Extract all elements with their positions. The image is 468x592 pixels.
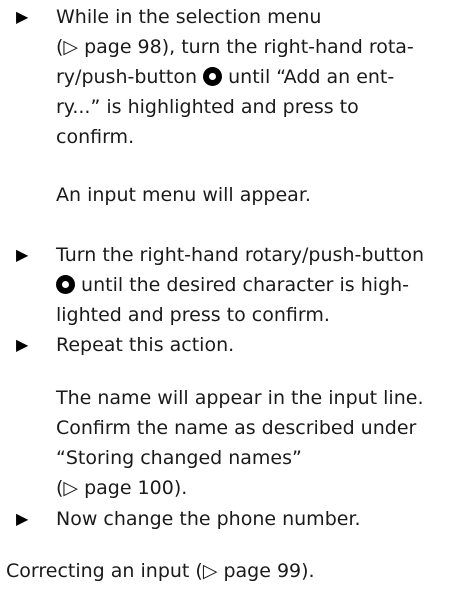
step-4-line-1: Now change the phone number.	[56, 508, 361, 530]
step-1-line-1: While in the selection menu	[56, 6, 322, 28]
instruction-step-1: ▶ While in the selection menu (▷ page 98…	[0, 2, 468, 152]
step-2-text: Turn the right-hand rotary/push-button u…	[56, 240, 461, 330]
step-3-result-line-3: “Storing changed names”	[56, 447, 302, 469]
instruction-step-2: ▶ Turn the right-hand rotary/push-button…	[0, 240, 468, 330]
step-3-result-line-4: (▷ page 100).	[56, 477, 188, 499]
instruction-step-4: ▶ Now change the phone number.	[0, 504, 468, 534]
step-3-result: The name will appear in the input line. …	[56, 383, 461, 503]
step-2-line-3: lighted and press to confirm.	[56, 304, 330, 326]
step-1-line-2: (▷ page 98), turn the right-hand rota-	[56, 36, 414, 58]
instruction-step-3: ▶ Repeat this action.	[0, 330, 468, 360]
instruction-page: ▶ While in the selection menu (▷ page 98…	[0, 0, 468, 592]
bullet-arrow-icon: ▶	[16, 7, 29, 26]
step-1-text: While in the selection menu (▷ page 98),…	[56, 2, 461, 152]
step-1-line-3: ry/push-button until “Add an ent-	[56, 62, 461, 92]
correcting-input-note: Correcting an input (▷ page 99).	[6, 560, 315, 582]
step-2-line-1: Turn the right-hand rotary/push-button	[56, 244, 425, 266]
step-2-line-2: until the desired character is high-	[56, 270, 461, 300]
rotary-push-button-icon	[203, 67, 223, 86]
step-1-line-5: confirm.	[56, 126, 135, 148]
step-4-text: Now change the phone number.	[56, 504, 461, 534]
step-1-result: An input menu will appear.	[56, 184, 311, 206]
bullet-arrow-icon: ▶	[16, 509, 29, 528]
bullet-arrow-icon: ▶	[16, 335, 29, 354]
step-3-result-line-1: The name will appear in the input line.	[56, 387, 424, 409]
bullet-arrow-icon: ▶	[16, 245, 29, 264]
step-1-line-3a: ry/push-button	[56, 66, 198, 88]
step-2-line-2-text: until the desired character is high-	[81, 274, 410, 296]
step-3-text: Repeat this action.	[56, 330, 461, 360]
step-3-result-line-2: Confirm the name as described under	[56, 417, 417, 439]
rotary-push-button-icon	[56, 275, 75, 294]
step-1-line-4: ry...” is highlighted and press to	[56, 96, 359, 118]
step-1-line-3b: until “Add an ent-	[228, 66, 395, 88]
step-3-line-1: Repeat this action.	[56, 334, 235, 356]
